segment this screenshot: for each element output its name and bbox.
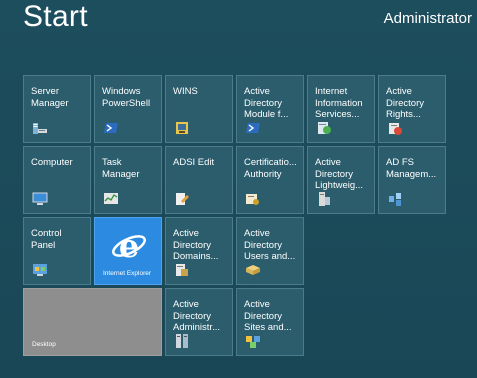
tile-label: Active Directory Sites and... xyxy=(244,299,292,333)
svg-text:e: e xyxy=(119,228,139,264)
tile-brand-label: Desktop xyxy=(32,340,56,348)
lightweight-icon xyxy=(319,192,330,206)
tile-label: Active Directory Module f... xyxy=(244,86,289,120)
start-title: Start xyxy=(23,0,88,33)
tile-iis-manager[interactable]: Internet Information Services... xyxy=(307,75,375,143)
tile-ad-users-computers[interactable]: Active Directory Users and... xyxy=(236,217,304,285)
powershell-icon xyxy=(104,123,118,133)
rights-icon xyxy=(389,123,402,135)
adfs-icon xyxy=(389,193,401,206)
tile-label: Active Directory Domains... xyxy=(173,228,219,262)
tile-label: WINS xyxy=(173,86,198,97)
tile-windows-powershell[interactable]: Windows PowerShell xyxy=(94,75,162,143)
tile-server-manager[interactable]: Server Manager xyxy=(23,75,91,143)
wins-icon xyxy=(176,122,188,134)
tile-label: Certificatio... Authority xyxy=(244,157,297,180)
tile-label: Active Directory Administr... xyxy=(173,299,220,333)
task-manager-icon xyxy=(104,193,118,204)
sites-icon xyxy=(246,336,260,348)
tile-control-panel[interactable]: Control Panel xyxy=(23,217,91,285)
powershell-icon xyxy=(246,123,260,133)
tile-ad-module-powershell[interactable]: Active Directory Module f... xyxy=(236,75,304,143)
tile-internet-explorer[interactable]: e Internet Explorer xyxy=(94,217,162,285)
tile-label: ADSI Edit xyxy=(173,157,215,168)
tile-label: Active Directory Lightweig... xyxy=(315,157,364,191)
tile-wins[interactable]: WINS xyxy=(165,75,233,143)
server-manager-icon xyxy=(33,123,47,134)
tile-certification-authority[interactable]: Certificatio... Authority xyxy=(236,146,304,214)
tile-label: Computer xyxy=(31,157,73,168)
control-panel-icon xyxy=(33,264,47,276)
certificate-icon xyxy=(246,194,259,205)
user-account-name[interactable]: Administrator xyxy=(384,10,472,27)
tile-label: Task Manager xyxy=(102,157,140,180)
tile-desktop[interactable]: Desktop xyxy=(23,288,162,356)
iis-icon xyxy=(318,122,331,134)
tile-label: Active Directory Users and... xyxy=(244,228,296,262)
tile-brand-label: Internet Explorer xyxy=(103,269,152,277)
tile-adsi-edit[interactable]: ADSI Edit xyxy=(165,146,233,214)
domains-icon xyxy=(176,264,188,276)
tile-adfs-management[interactable]: AD FS Managem... xyxy=(378,146,446,214)
tile-label: AD FS Managem... xyxy=(386,157,437,180)
tile-label: Server Manager xyxy=(31,86,69,109)
ie-logo-icon: e xyxy=(112,228,146,264)
users-icon xyxy=(246,265,260,275)
tile-ad-administrative-center[interactable]: Active Directory Administr... xyxy=(165,288,233,356)
tile-label: Control Panel xyxy=(31,228,62,251)
tile-label: Active Directory Rights... xyxy=(386,86,425,120)
tile-ad-rights-management[interactable]: Active Directory Rights... xyxy=(378,75,446,143)
tile-ad-lightweight-directory[interactable]: Active Directory Lightweig... xyxy=(307,146,375,214)
tile-ad-sites-services[interactable]: Active Directory Sites and... xyxy=(236,288,304,356)
adsi-icon xyxy=(176,193,189,205)
tile-label: Internet Information Services... xyxy=(315,86,363,120)
computer-icon xyxy=(32,192,48,205)
tile-label: Windows PowerShell xyxy=(102,86,151,109)
admin-center-icon xyxy=(176,334,188,348)
tile-ad-domains-trusts[interactable]: Active Directory Domains... xyxy=(165,217,233,285)
tile-computer[interactable]: Computer xyxy=(23,146,91,214)
start-screen: Start Administrator Server Manager Windo… xyxy=(0,0,477,378)
tile-task-manager[interactable]: Task Manager xyxy=(94,146,162,214)
